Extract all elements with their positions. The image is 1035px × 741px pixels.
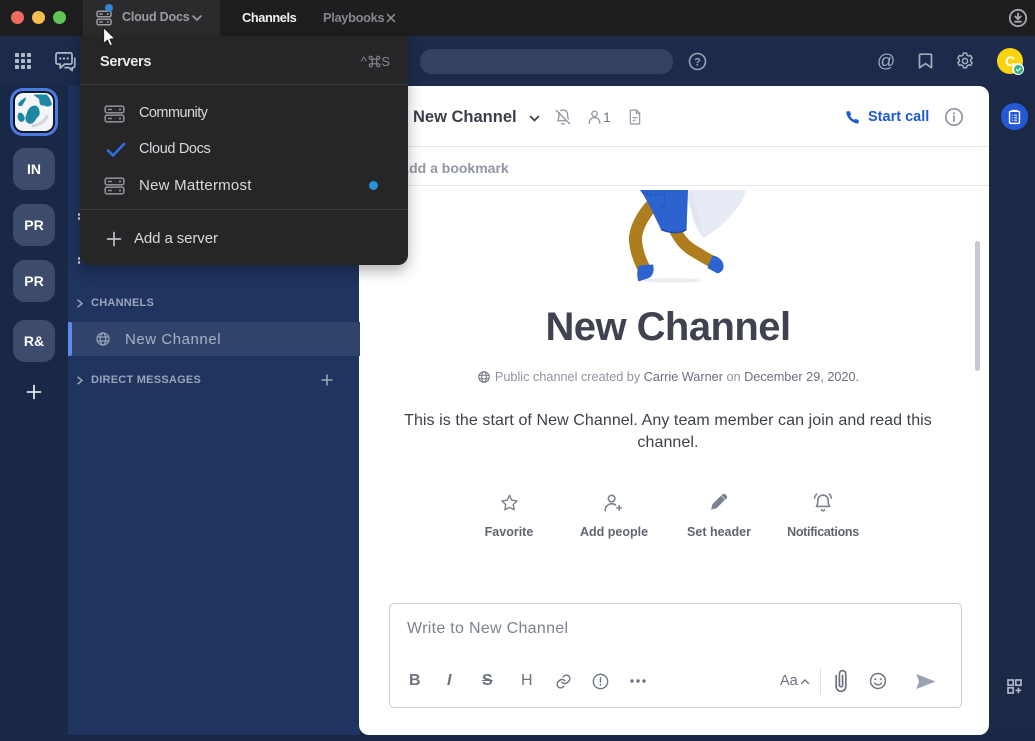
svg-text:?: ?: [694, 56, 701, 68]
